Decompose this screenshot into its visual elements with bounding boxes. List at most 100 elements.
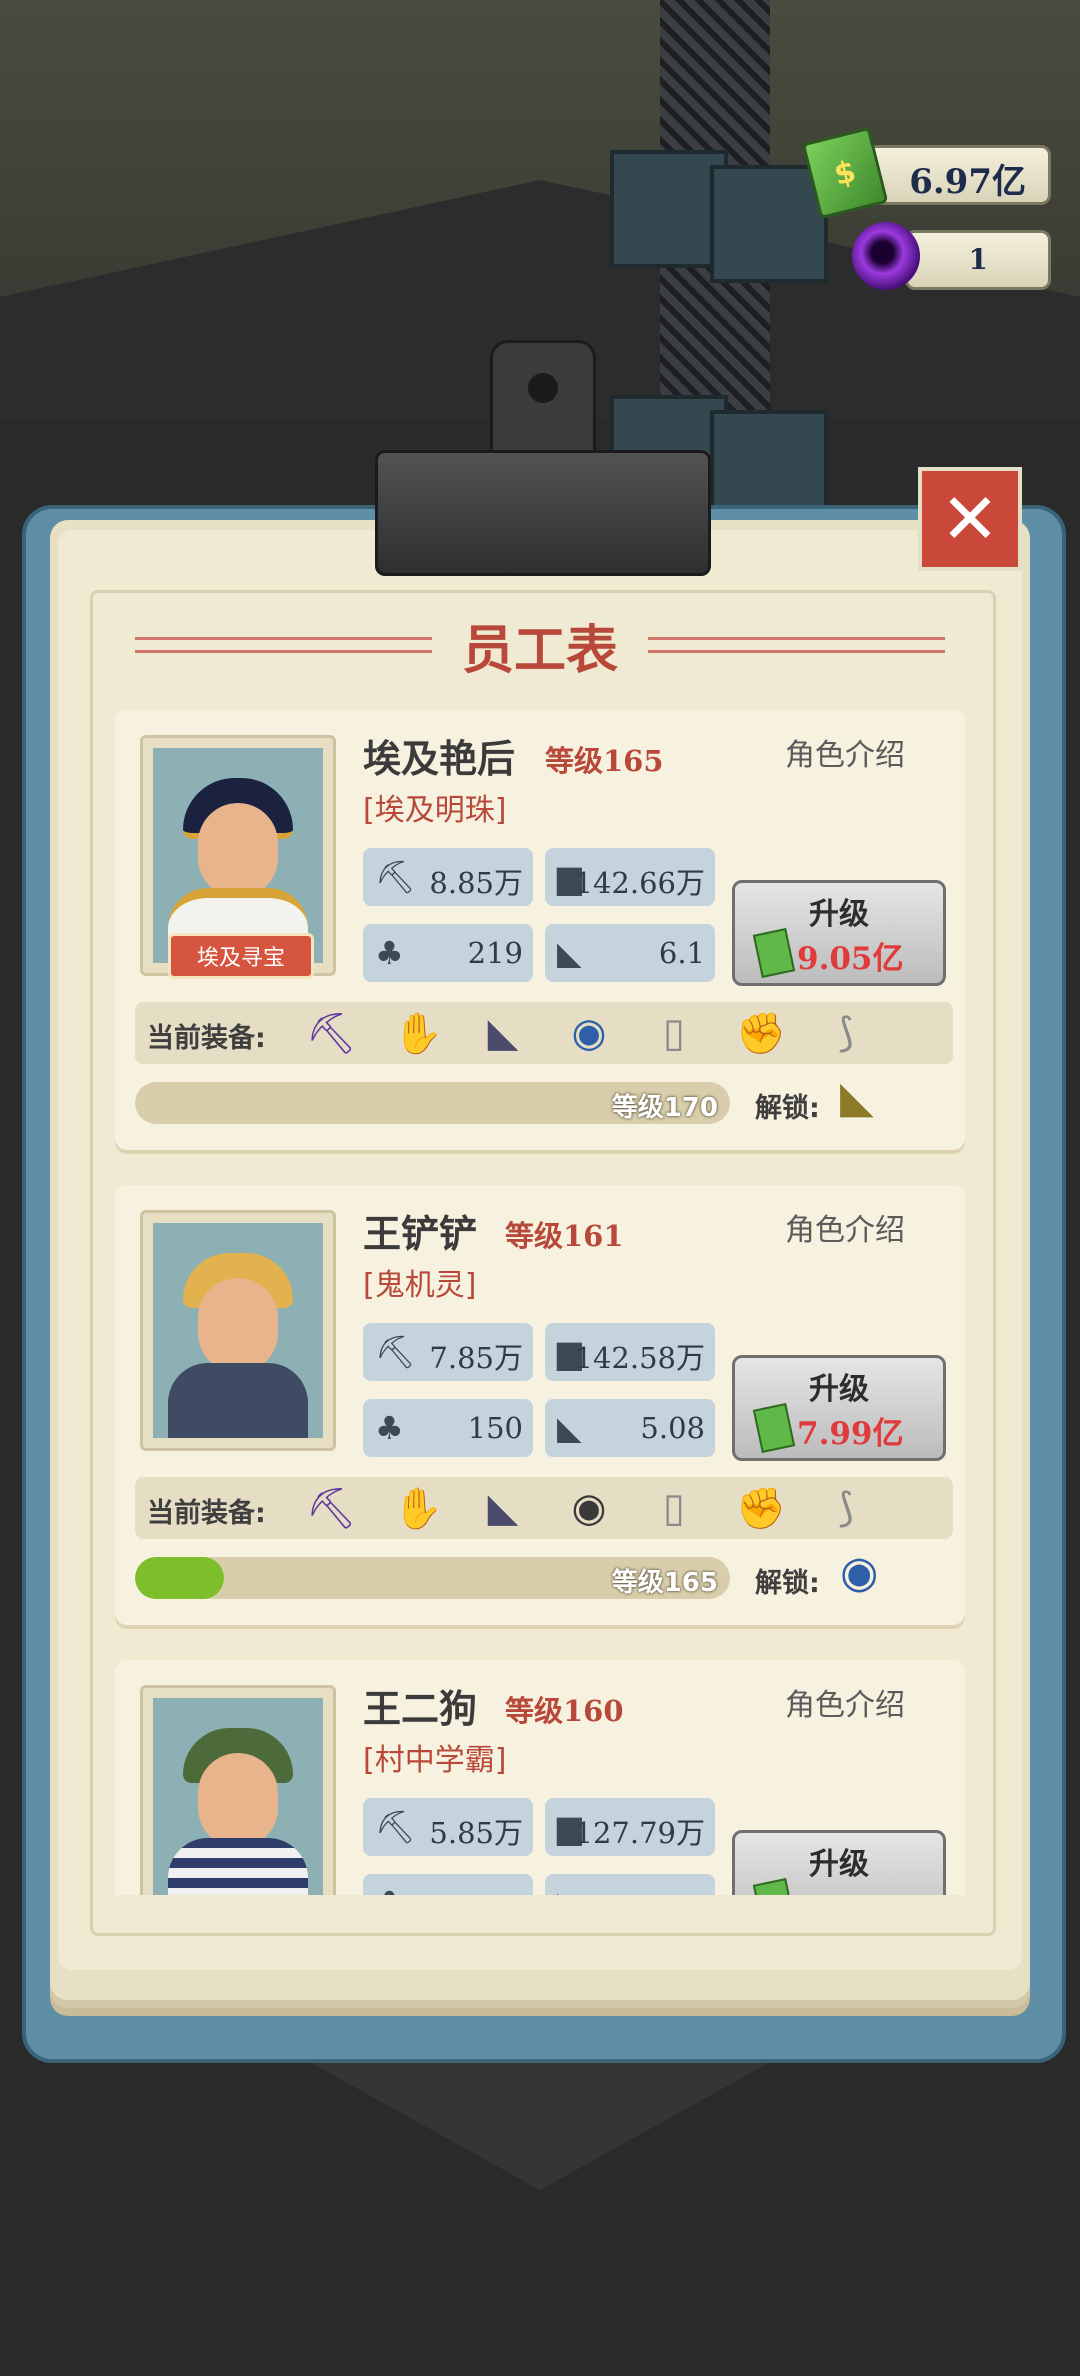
arm-guard-icon[interactable]: ✊ [735,1007,787,1059]
mining-stat: ⛏ 8.85万 [363,848,533,906]
employee-name: 王铲铲 [363,1212,478,1256]
gem-value: 1 [968,243,988,276]
clover-icon: ♣ [375,1884,404,1895]
leg-guard-icon[interactable]: ⟆ [820,1007,872,1059]
boot-stat-icon: ◣ [557,1409,582,1447]
mining-value: 7.85万 [429,1341,523,1375]
pickaxe-icon[interactable]: ⛏ [305,1007,357,1059]
employee-list[interactable]: 埃及寻宝 埃及艳后 等级165 [埃及明珠] 角色介绍 ⛏ 8.85万 ▆ 142.… [115,710,965,1895]
employee-card: 王二狗 等级160 [村中学霸] 角色介绍 ⛏5.85万 ▆127.79万 ♣ … [115,1660,965,1895]
equipment-label: 当前装备: [147,1498,266,1529]
unlock-headlamp-icon[interactable]: ◉ [840,1547,878,1598]
unlock-boot-icon[interactable]: ◣ [840,1072,874,1123]
speed-value: 5.08 [640,1411,705,1445]
employee-title: [村中学霸] [363,1743,507,1778]
equipment-row: 当前装备: ⛏ ✋ ◣ ◉ ▯ ✊ ⟆ [135,1002,953,1064]
mining-value: 8.85万 [429,866,523,900]
mining-value: 5.85万 [429,1816,523,1850]
employee-name: 埃及艳后 [363,737,516,781]
upgrade-label: 升级 [809,1847,869,1882]
character-intro-link[interactable]: 角色介绍 [785,730,905,774]
pickaxe-icon[interactable]: ⛏ [305,1482,357,1534]
capacity-stat: ▆ 127.79万 [545,1798,715,1856]
employee-portrait[interactable]: 埃及寻宝 [140,735,336,979]
clover-icon: ♣ [375,934,404,972]
upgrade-cost: 9.05亿 [797,941,904,977]
employee-level: 等级165 [545,744,664,778]
pickaxe-stat-icon: ⛏ [375,858,416,896]
upgrade-cost: 7.99亿 [797,1416,904,1452]
employee-card: 王铲铲 等级161 [鬼机灵] 角色介绍 ⛏ 7.85万 ▆ 142.58万 ♣ 15… [115,1185,965,1625]
dialog-header: 员工表 [135,605,946,685]
headlamp-icon[interactable]: ◉ [563,1007,615,1059]
speed-stat: ◣ 5.08 [545,1399,715,1457]
boot-icon[interactable]: ◣ [477,1007,529,1059]
skill-badge: 埃及寻宝 [168,933,314,979]
employee-title: [鬼机灵] [363,1268,477,1303]
title-ornament-left [135,637,432,653]
luck-value: 150 [467,1411,523,1445]
glove-icon[interactable]: ✋ [392,1007,444,1059]
equipment-row: 当前装备: ⛏ ✋ ◣ ◉ ▯ ✊ ⟆ [135,1477,953,1539]
unlock-label: 解锁: [755,1093,820,1124]
title-ornament-right [648,637,946,653]
dialog-title: 员工表 [462,619,619,681]
luck-stat: ♣ 219 [363,924,533,982]
upgrade-button[interactable]: 升级 [732,1830,946,1895]
elevator-crate [710,165,828,283]
employee-name: 王二狗 [363,1687,478,1731]
capacity-value: 142.66万 [574,866,705,900]
capacity-stat: ▆ 142.66万 [545,848,715,906]
clover-icon: ♣ [375,1409,404,1447]
capacity-value: 127.79万 [574,1816,705,1850]
character-intro-link[interactable]: 角色介绍 [785,1205,905,1249]
dark-orb-icon [852,222,920,290]
speed-stat: ◣ 6.1 [545,924,715,982]
level-progress-bar: 等级165 [135,1557,730,1599]
face [198,1753,278,1848]
leg-guard-icon[interactable]: ⟆ [820,1482,872,1534]
close-button[interactable]: ✕ [918,467,1022,571]
employee-card: 埃及寻宝 埃及艳后 等级165 [埃及明珠] 角色介绍 ⛏ 8.85万 ▆ 142.… [115,710,965,1150]
cash-icon [752,1402,796,1454]
binder-clip [375,340,711,576]
employee-portrait[interactable] [140,1210,336,1451]
speed-stat: ◣ [545,1874,715,1895]
speed-value: 6.1 [658,936,705,970]
backpack-icon[interactable]: ▯ [648,1007,700,1059]
mining-stat: ⛏ 7.85万 [363,1323,533,1381]
capacity-value: 142.58万 [574,1341,705,1375]
striped-shirt [168,1838,308,1895]
glove-icon[interactable]: ✋ [392,1482,444,1534]
pickaxe-stat-icon: ⛏ [375,1808,416,1846]
upgrade-button[interactable]: 升级 9.05亿 [732,880,946,986]
arm-guard-icon[interactable]: ✊ [735,1482,787,1534]
employee-portrait[interactable] [140,1685,336,1895]
gem-counter: 1 [905,230,1051,290]
money-value: 6.97亿 [909,162,1026,202]
capacity-stat: ▆ 142.58万 [545,1323,715,1381]
headlamp-icon[interactable]: ◉ [563,1482,615,1534]
upgrade-label: 升级 [809,897,869,932]
cash-icon [752,927,796,979]
face [198,803,278,898]
upgrade-button[interactable]: 升级 7.99亿 [732,1355,946,1461]
upgrade-label: 升级 [809,1372,869,1407]
employee-title: [埃及明珠] [363,793,507,828]
character-intro-link[interactable]: 角色介绍 [785,1680,905,1724]
level-progress-fill [135,1557,225,1599]
boot-icon[interactable]: ◣ [477,1482,529,1534]
employee-level: 等级161 [505,1219,624,1253]
backpack-icon[interactable]: ▯ [648,1482,700,1534]
next-level-label: 等级170 [611,1093,718,1123]
face [198,1278,278,1373]
mining-stat: ⛏ 5.85万 [363,1798,533,1856]
luck-stat: ♣ 150 [363,1399,533,1457]
pickaxe-stat-icon: ⛏ [375,1333,416,1371]
outfit [168,1363,308,1438]
boot-stat-icon: ◣ [557,934,582,972]
equipment-label: 当前装备: [147,1023,266,1054]
luck-stat: ♣ [363,1874,533,1895]
boot-stat-icon: ◣ [557,1884,582,1895]
next-level-label: 等级165 [611,1568,718,1598]
